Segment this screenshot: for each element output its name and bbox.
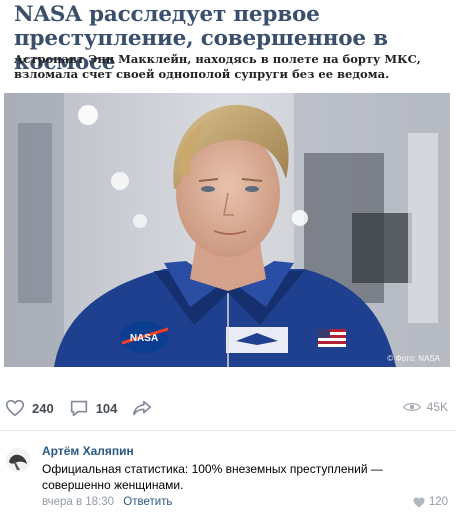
news-article: NASA расследует первое преступление, сов… (0, 0, 456, 380)
comment-count: 104 (95, 400, 118, 416)
comment-meta: вчера в 18:30 Ответить (42, 496, 172, 508)
heart-icon (413, 497, 425, 507)
views-counter: 45K (402, 400, 448, 414)
heart-icon (5, 399, 25, 417)
comment-button[interactable]: 104 (68, 397, 118, 419)
like-count: 240 (32, 400, 54, 416)
like-button[interactable]: 240 (4, 397, 54, 419)
share-button[interactable] (131, 397, 159, 419)
divider (0, 430, 456, 431)
avatar-image (6, 448, 30, 472)
comment-text: Официальная статистика: 100% внеземных п… (42, 462, 383, 492)
share-icon (133, 400, 152, 416)
comment-time[interactable]: вчера в 18:30 (42, 496, 114, 508)
article-photo[interactable]: NASA © Фото: NASA (4, 93, 450, 367)
nasa-patch-text: NASA (130, 333, 158, 344)
comment-author[interactable]: Артём Халяпин (42, 444, 134, 458)
article-lead: Астронавт Энн Макклейн, находясь в полет… (14, 52, 421, 81)
photo-credit: © Фото: NASA (387, 354, 440, 363)
views-count: 45K (426, 400, 448, 414)
eye-icon (402, 403, 421, 411)
astronaut-photo-illustration: NASA (4, 93, 450, 367)
comment-like-button[interactable]: 120 (413, 496, 448, 508)
reply-button[interactable]: Ответить (123, 496, 172, 508)
comment-item: Артём Халяпин Официальная статистика: 10… (0, 440, 456, 520)
avatar[interactable] (6, 448, 30, 472)
post-actions: 240 104 45K (0, 392, 456, 424)
comment-icon (70, 400, 87, 417)
comment-like-count: 120 (428, 496, 448, 508)
